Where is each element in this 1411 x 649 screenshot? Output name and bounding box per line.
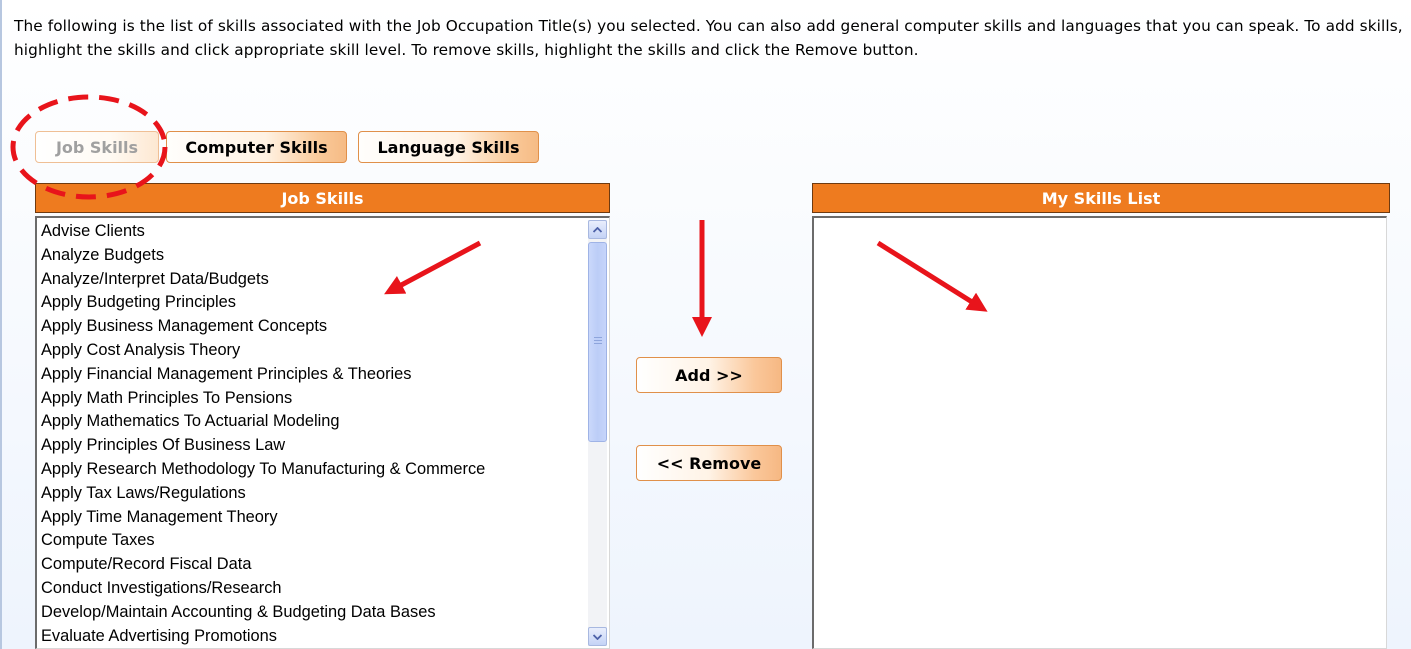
list-item[interactable]: Evaluate Advertising Promotions <box>41 625 585 648</box>
list-item[interactable]: Apply Research Methodology To Manufactur… <box>41 458 585 482</box>
list-item[interactable]: Apply Tax Laws/Regulations <box>41 482 585 506</box>
job-skills-items: Advise Clients Analyze Budgets Analyze/Int… <box>41 220 585 648</box>
tab-computer-skills[interactable]: Computer Skills <box>166 131 347 163</box>
list-item[interactable]: Advise Clients <box>41 220 585 244</box>
remove-button[interactable]: << Remove <box>636 445 782 481</box>
list-item[interactable]: Compute/Record Fiscal Data <box>41 553 585 577</box>
tab-language-skills[interactable]: Language Skills <box>358 131 539 163</box>
add-button[interactable]: Add >> <box>636 357 782 393</box>
list-item[interactable]: Apply Mathematics To Actuarial Modeling <box>41 410 585 434</box>
scroll-down-arrow-icon <box>593 633 602 640</box>
my-skills-listbox[interactable] <box>812 216 1387 649</box>
list-item[interactable]: Apply Principles Of Business Law <box>41 434 585 458</box>
job-skills-header: Job Skills <box>35 183 610 213</box>
instructions-text: The following is the list of skills asso… <box>14 17 1403 59</box>
scroll-grip-icon <box>594 340 602 341</box>
list-item[interactable]: Apply Financial Management Principles & … <box>41 363 585 387</box>
list-item[interactable]: Compute Taxes <box>41 529 585 553</box>
list-item[interactable]: Apply Budgeting Principles <box>41 291 585 315</box>
my-skills-header: My Skills List <box>812 183 1390 213</box>
scroll-down-button[interactable] <box>588 627 607 646</box>
scroll-grip-icon <box>594 337 602 338</box>
scroll-up-arrow-icon <box>593 226 602 233</box>
list-item[interactable]: Apply Business Management Concepts <box>41 315 585 339</box>
scroll-thumb[interactable] <box>588 242 607 442</box>
list-item[interactable]: Analyze/Interpret Data/Budgets <box>41 268 585 292</box>
list-item[interactable]: Apply Math Principles To Pensions <box>41 387 585 411</box>
list-item[interactable]: Develop/Maintain Accounting & Budgeting … <box>41 601 585 625</box>
job-skills-scrollbar[interactable] <box>588 220 607 646</box>
scroll-up-button[interactable] <box>588 220 607 239</box>
list-item[interactable]: Analyze Budgets <box>41 244 585 268</box>
list-item[interactable]: Apply Cost Analysis Theory <box>41 339 585 363</box>
scroll-grip-icon <box>594 343 602 344</box>
job-skills-listbox[interactable]: Advise Clients Analyze Budgets Analyze/Int… <box>35 216 610 649</box>
list-item[interactable]: Conduct Investigations/Research <box>41 577 585 601</box>
list-item[interactable]: Apply Time Management Theory <box>41 506 585 530</box>
tab-job-skills[interactable]: Job Skills <box>35 131 159 163</box>
page-left-border <box>0 0 2 649</box>
